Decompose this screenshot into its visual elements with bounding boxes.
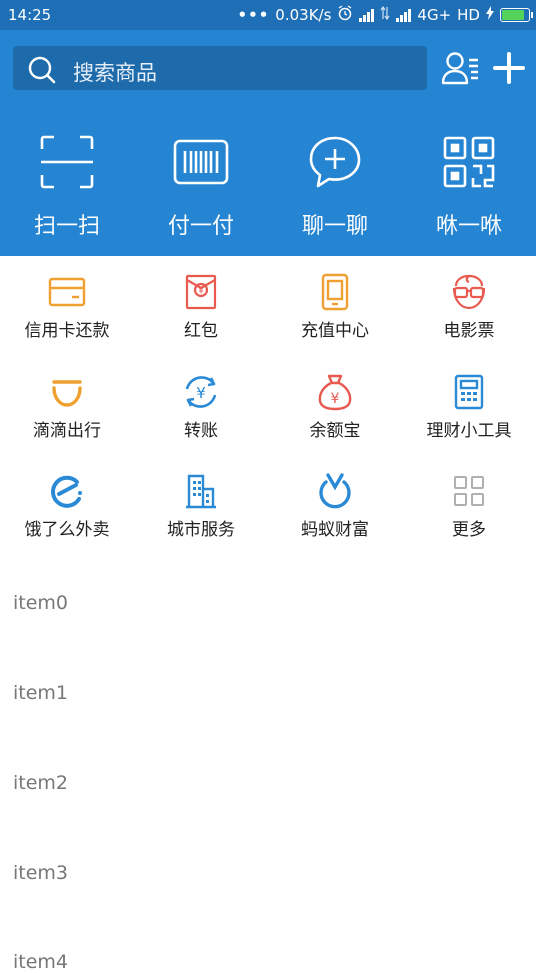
service-label: 滴滴出行 <box>33 421 101 441</box>
service-label: 信用卡还款 <box>24 321 110 341</box>
service-red-envelope[interactable]: ¥ 红包 <box>134 274 268 341</box>
service-eleme[interactable]: 饿了么外卖 <box>0 473 134 540</box>
qrcode-icon <box>402 130 536 194</box>
list-item[interactable]: item4 <box>13 951 68 973</box>
quick-pay[interactable]: 付一付 <box>134 130 268 240</box>
service-movie[interactable]: 电影票 <box>402 274 536 341</box>
movie-face-icon <box>402 274 536 310</box>
svg-text:¥: ¥ <box>196 384 206 402</box>
building-icon <box>134 473 268 509</box>
status-indicators: ••• 0.03K/s 4G+ HD <box>237 5 533 25</box>
list-item[interactable]: item3 <box>13 862 68 884</box>
alarm-icon <box>337 5 353 25</box>
svg-text:¥: ¥ <box>198 287 203 296</box>
network-speed: 0.03K/s <box>275 6 332 24</box>
svg-text:¥: ¥ <box>331 391 340 407</box>
add-icon[interactable] <box>492 51 526 89</box>
barcode-icon <box>134 130 268 194</box>
battery-icon <box>500 8 533 22</box>
service-ant-fortune[interactable]: 蚂蚁财富 <box>268 473 402 540</box>
service-label: 充值中心 <box>301 321 369 341</box>
search-icon <box>27 55 57 89</box>
ant-fortune-icon <box>268 473 402 509</box>
service-label: 转账 <box>184 421 218 441</box>
list-item[interactable]: item2 <box>13 772 68 794</box>
chat-icon <box>268 130 402 194</box>
calculator-icon <box>402 374 536 410</box>
status-time: 14:25 <box>8 6 52 24</box>
list-item[interactable]: item1 <box>13 682 68 704</box>
more-grid-icon <box>402 473 536 509</box>
money-bag-icon: ¥ <box>268 374 402 411</box>
service-label: 余额宝 <box>309 421 361 441</box>
phone-icon <box>268 273 402 311</box>
service-yuebao[interactable]: ¥ 余额宝 <box>268 374 402 441</box>
service-label: 电影票 <box>443 321 495 341</box>
service-label: 更多 <box>452 520 486 540</box>
quick-scan-label: 扫一扫 <box>33 214 100 239</box>
quick-scan[interactable]: 扫一扫 <box>0 130 134 240</box>
service-label: 城市服务 <box>167 520 235 540</box>
quick-pay-label: 付一付 <box>167 214 234 239</box>
contacts-icon[interactable] <box>441 51 481 89</box>
service-more[interactable]: 更多 <box>402 473 536 540</box>
service-didi[interactable]: 滴滴出行 <box>0 374 134 441</box>
scan-icon <box>0 130 134 194</box>
signal-icon <box>359 8 375 22</box>
search-bar[interactable]: 搜索商品 <box>13 46 427 90</box>
quick-shake-label: 咻一咻 <box>435 214 502 239</box>
service-topup[interactable]: 充值中心 <box>268 273 402 341</box>
transfer-icon: ¥ <box>134 374 268 410</box>
service-city[interactable]: 城市服务 <box>134 473 268 540</box>
red-envelope-icon: ¥ <box>134 274 268 310</box>
search-placeholder: 搜索商品 <box>73 61 157 85</box>
service-label: 红包 <box>184 321 218 341</box>
data-arrows-icon <box>380 5 390 24</box>
network-type: 4G+ <box>417 6 452 24</box>
service-label: 理财小工具 <box>426 421 512 441</box>
service-credit-card[interactable]: 信用卡还款 <box>0 274 134 341</box>
charging-icon <box>486 6 494 24</box>
service-label: 饿了么外卖 <box>24 520 110 540</box>
header: 搜索商品 扫一扫 付一付 聊一聊 咻一咻 <box>0 30 536 256</box>
status-bar: 14:25 ••• 0.03K/s 4G+ HD <box>0 0 536 30</box>
list-item[interactable]: item0 <box>13 592 68 614</box>
notification-dots: ••• <box>237 6 270 24</box>
signal-icon-2 <box>396 8 412 22</box>
credit-card-icon <box>0 274 134 310</box>
quick-chat-label: 聊一聊 <box>301 214 368 239</box>
eleme-icon <box>0 473 134 509</box>
quick-chat[interactable]: 聊一聊 <box>268 130 402 240</box>
service-finance-tools[interactable]: 理财小工具 <box>402 374 536 441</box>
service-transfer[interactable]: ¥ 转账 <box>134 374 268 441</box>
service-label: 蚂蚁财富 <box>301 520 369 540</box>
quick-shake[interactable]: 咻一咻 <box>402 130 536 240</box>
didi-icon <box>0 374 134 410</box>
hd-indicator: HD <box>457 6 480 24</box>
